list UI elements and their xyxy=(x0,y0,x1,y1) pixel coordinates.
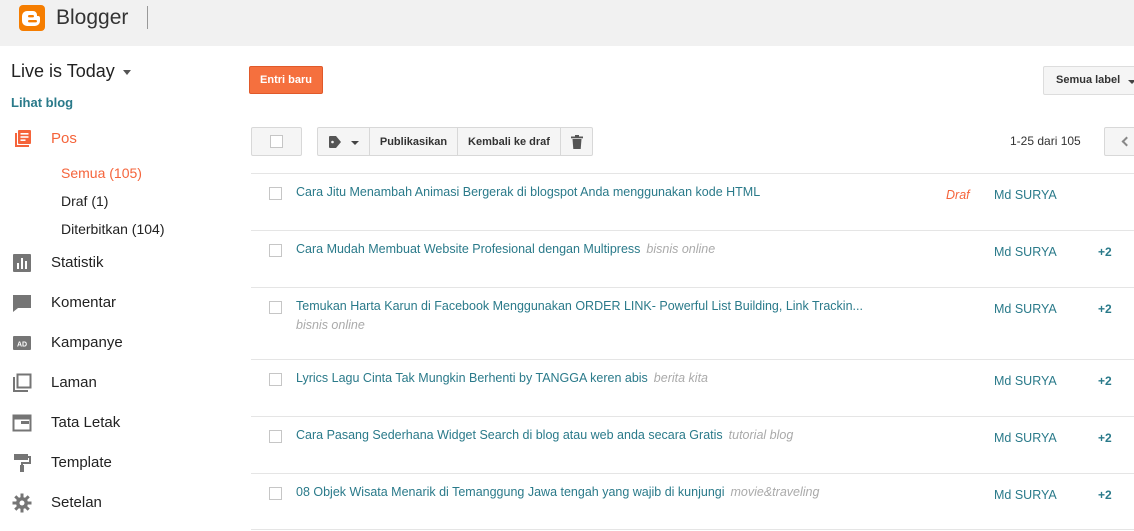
post-row[interactable]: Cara Jitu Menambah Animasi Bergerak di b… xyxy=(251,173,1134,230)
sidebar-item-comments[interactable]: Komentar xyxy=(0,289,230,317)
post-title[interactable]: Cara Pasang Sederhana Widget Search di b… xyxy=(296,428,793,442)
label-filter-dropdown[interactable]: Semua label xyxy=(1043,66,1134,95)
post-extra-count[interactable]: +2 xyxy=(1098,245,1112,259)
post-author[interactable]: Md SURYA xyxy=(994,488,1057,502)
post-title[interactable]: Temukan Harta Karun di Facebook Mengguna… xyxy=(296,299,863,313)
post-title[interactable]: Cara Mudah Membuat Website Profesional d… xyxy=(296,242,715,256)
post-author[interactable]: Md SURYA xyxy=(994,302,1057,316)
post-title-text[interactable]: Temukan Harta Karun di Facebook Mengguna… xyxy=(296,299,863,313)
chevron-down-icon xyxy=(351,141,359,145)
post-row[interactable]: Cara Pasang Sederhana Widget Search di b… xyxy=(251,416,1134,473)
blogger-logo-icon[interactable] xyxy=(19,5,45,31)
tag-icon xyxy=(329,136,341,148)
post-title-text[interactable]: Cara Pasang Sederhana Widget Search di b… xyxy=(296,428,723,442)
post-title-text[interactable]: Lyrics Lagu Cinta Tak Mungkin Berhenti b… xyxy=(296,371,648,385)
sidebar-item-label: Komentar xyxy=(51,294,117,311)
row-checkbox[interactable] xyxy=(269,301,282,314)
post-title[interactable]: Lyrics Lagu Cinta Tak Mungkin Berhenti b… xyxy=(296,371,708,385)
post-row[interactable]: Temukan Harta Karun di Facebook Mengguna… xyxy=(251,287,1134,359)
prev-page-button[interactable] xyxy=(1104,127,1134,156)
sidebar-subitem-drafts[interactable]: Draf (1) xyxy=(61,193,108,209)
blog-selector[interactable]: Live is Today xyxy=(11,61,115,82)
select-all-checkbox[interactable] xyxy=(251,127,302,156)
post-author[interactable]: Md SURYA xyxy=(994,245,1057,259)
post-label[interactable]: tutorial blog xyxy=(729,428,794,442)
brand-name[interactable]: Blogger xyxy=(56,6,128,30)
post-author[interactable]: Md SURYA xyxy=(994,374,1057,388)
posts-icon xyxy=(15,130,31,147)
post-author[interactable]: Md SURYA xyxy=(994,188,1057,202)
post-title-text[interactable]: Cara Jitu Menambah Animasi Bergerak di b… xyxy=(296,185,760,199)
sidebar-subitem-published[interactable]: Diterbitkan (104) xyxy=(61,221,165,237)
paint-roller-icon xyxy=(14,454,31,472)
post-title[interactable]: Cara Jitu Menambah Animasi Bergerak di b… xyxy=(296,185,760,199)
sidebar-item-label: Kampanye xyxy=(51,334,123,351)
pages-icon xyxy=(13,373,32,392)
post-extra-count[interactable]: +2 xyxy=(1098,488,1112,502)
row-checkbox[interactable] xyxy=(269,430,282,443)
post-author[interactable]: Md SURYA xyxy=(994,431,1057,445)
row-checkbox[interactable] xyxy=(269,373,282,386)
publish-label: Publikasikan xyxy=(379,136,448,148)
new-post-button[interactable]: Entri baru xyxy=(249,66,323,94)
post-label[interactable]: bisnis online xyxy=(646,242,715,256)
publish-button[interactable]: Publikasikan xyxy=(369,127,458,156)
sidebar-subitem-all[interactable]: Semua (105) xyxy=(61,165,142,181)
post-title-text[interactable]: Cara Mudah Membuat Website Profesional d… xyxy=(296,242,640,256)
trash-icon xyxy=(571,135,583,149)
sidebar-item-label: Pos xyxy=(51,130,77,147)
top-bar: Blogger xyxy=(0,0,1134,46)
view-blog-link[interactable]: Lihat blog xyxy=(11,95,73,110)
gear-icon xyxy=(12,493,32,513)
row-checkbox[interactable] xyxy=(269,187,282,200)
post-row[interactable]: Cara Mudah Membuat Website Profesional d… xyxy=(251,230,1134,287)
row-checkbox[interactable] xyxy=(269,487,282,500)
sidebar-item-layout[interactable]: Tata Letak xyxy=(0,409,230,437)
label-button[interactable] xyxy=(317,127,370,156)
post-title-text[interactable]: 08 Objek Wisata Menarik di Temanggung Ja… xyxy=(296,485,725,499)
label-filter-value: Semua label xyxy=(1056,74,1121,86)
sidebar-item-settings[interactable]: Setelan xyxy=(0,489,230,517)
post-title[interactable]: 08 Objek Wisata Menarik di Temanggung Ja… xyxy=(296,485,819,499)
comment-icon xyxy=(13,295,31,312)
sidebar-item-label: Statistik xyxy=(51,254,104,271)
divider xyxy=(147,6,148,29)
sidebar-item-campaigns[interactable]: AD Kampanye xyxy=(0,329,230,357)
sidebar-item-label: Setelan xyxy=(51,494,102,511)
row-checkbox[interactable] xyxy=(269,244,282,257)
post-label[interactable]: movie&traveling xyxy=(731,485,820,499)
sidebar-item-pages[interactable]: Laman xyxy=(0,369,230,397)
svg-text:AD: AD xyxy=(17,342,27,349)
chevron-down-icon[interactable] xyxy=(123,70,131,75)
sidebar-item-label: Laman xyxy=(51,374,97,391)
post-row[interactable]: 08 Objek Wisata Menarik di Temanggung Ja… xyxy=(251,473,1134,530)
post-status: Draf xyxy=(946,188,970,202)
sidebar-item-template[interactable]: Template xyxy=(0,449,230,477)
checkbox xyxy=(270,135,283,148)
post-row[interactable]: Lyrics Lagu Cinta Tak Mungkin Berhenti b… xyxy=(251,359,1134,416)
pagination-text: 1-25 dari 105 xyxy=(1010,134,1081,148)
layout-icon xyxy=(12,414,32,432)
chevron-left-icon xyxy=(1121,136,1132,147)
chevron-down-icon xyxy=(1128,80,1134,84)
sidebar-item-posts[interactable]: Pos xyxy=(0,125,230,153)
sidebar-item-label: Template xyxy=(51,454,112,471)
stats-icon xyxy=(13,254,31,272)
post-extra-count[interactable]: +2 xyxy=(1098,374,1112,388)
revert-draft-label: Kembali ke draf xyxy=(468,136,550,148)
post-extra-count[interactable]: +2 xyxy=(1098,431,1112,445)
revert-to-draft-button[interactable]: Kembali ke draf xyxy=(457,127,561,156)
post-label[interactable]: bisnis online xyxy=(296,318,365,332)
sidebar-item-stats[interactable]: Statistik xyxy=(0,249,230,277)
ad-icon: AD xyxy=(13,336,31,350)
sidebar-item-label: Tata Letak xyxy=(51,414,121,431)
post-extra-count[interactable]: +2 xyxy=(1098,302,1112,316)
delete-button[interactable] xyxy=(560,127,593,156)
post-label[interactable]: berita kita xyxy=(654,371,708,385)
